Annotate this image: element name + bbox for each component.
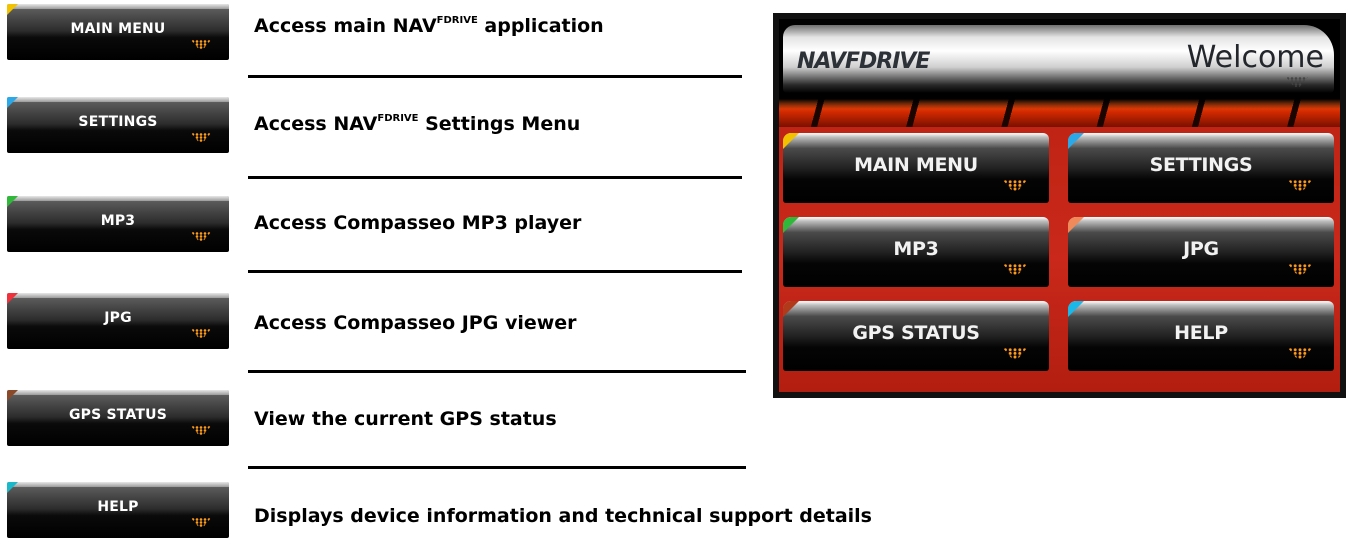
screen-main-menu-button[interactable]: MAIN MENU [783, 133, 1049, 203]
divider [248, 466, 746, 469]
button-highlight [7, 97, 229, 102]
accent-corner-icon [783, 217, 799, 233]
accent-corner-icon [7, 293, 18, 304]
navfdrive-logo: NAVFDRIVE [797, 49, 930, 74]
description-text: application [477, 15, 604, 37]
screen-mp3-button[interactable]: MP3 [783, 217, 1049, 287]
accent-corner-icon [7, 482, 18, 493]
description-text: Access main NAV [254, 15, 437, 37]
screen-display: NAVFDRIVE Welcome MAIN MENU SETTINGS MP3 [779, 19, 1340, 392]
accent-corner-icon [7, 97, 18, 108]
button-label: GPS STATUS [68, 407, 167, 423]
dots-icon [191, 518, 211, 527]
accent-corner-icon [1068, 217, 1084, 233]
button-label: GPS STATUS [852, 322, 980, 344]
button-highlight [7, 196, 229, 201]
dots-icon [191, 426, 211, 435]
superscript: FDRIVE [436, 15, 478, 26]
button-highlight [7, 390, 229, 395]
stripe-shadow [779, 99, 1340, 109]
help-description: Displays device information and technica… [254, 505, 872, 527]
divider [248, 370, 746, 373]
button-highlight [7, 4, 229, 9]
button-label: JPG [1183, 238, 1219, 260]
screen-settings-button[interactable]: SETTINGS [1068, 133, 1334, 203]
main-menu-button[interactable]: MAIN MENU [7, 4, 229, 60]
jpg-description: Access Compasseo JPG viewer [254, 312, 577, 334]
accent-corner-icon [1068, 133, 1084, 149]
mp3-description: Access Compasseo MP3 player [254, 212, 581, 234]
dots-icon [191, 329, 211, 338]
button-label: MP3 [100, 213, 136, 229]
superscript: FDRIVE [377, 113, 419, 124]
gps-status-description: View the current GPS status [254, 408, 557, 430]
accent-corner-icon [7, 390, 18, 401]
dots-icon [1003, 348, 1027, 359]
button-label: SETTINGS [78, 114, 158, 130]
description-text: View the current GPS status [254, 408, 557, 430]
dots-icon [1003, 264, 1027, 275]
dots-icon [1288, 264, 1312, 275]
button-label: MAIN MENU [70, 21, 166, 37]
screen-help-button[interactable]: HELP [1068, 301, 1334, 371]
description-text: Settings Menu [418, 113, 581, 135]
welcome-title: Welcome [1186, 40, 1324, 75]
accent-corner-icon [783, 133, 799, 149]
accent-corner-icon [7, 4, 18, 15]
accent-corner-icon [1068, 301, 1084, 317]
description-text: Access NAV [254, 113, 378, 135]
dots-icon [1003, 180, 1027, 191]
divider [248, 75, 742, 78]
accent-corner-icon [783, 301, 799, 317]
divider [248, 176, 742, 179]
description-text: Access Compasseo MP3 player [254, 212, 582, 234]
screen-jpg-button[interactable]: JPG [1068, 217, 1334, 287]
description-text: Displays device information and technica… [254, 505, 872, 527]
button-label: SETTINGS [1149, 154, 1253, 176]
description-text: Access Compasseo JPG viewer [254, 312, 577, 334]
button-highlight [7, 482, 229, 487]
gps-status-button[interactable]: GPS STATUS [7, 390, 229, 446]
main-menu-description: Access main NAVFDRIVE application [254, 15, 604, 37]
button-label: MAIN MENU [854, 154, 978, 176]
menu-grid: MAIN MENU SETTINGS MP3 JPG GPS STATUS HE… [779, 127, 1340, 392]
settings-button[interactable]: SETTINGS [7, 97, 229, 153]
dots-icon [1286, 77, 1308, 87]
accent-corner-icon [7, 196, 18, 207]
screen-gps-status-button[interactable]: GPS STATUS [783, 301, 1049, 371]
dots-icon [1288, 348, 1312, 359]
settings-description: Access NAVFDRIVE Settings Menu [254, 113, 580, 135]
jpg-button[interactable]: JPG [7, 293, 229, 349]
button-label: MP3 [893, 238, 939, 260]
mp3-button[interactable]: MP3 [7, 196, 229, 252]
button-highlight [7, 293, 229, 298]
dots-icon [191, 232, 211, 241]
dots-icon [191, 40, 211, 49]
device-screen: NAVFDRIVE Welcome MAIN MENU SETTINGS MP3 [773, 13, 1346, 398]
button-label: HELP [97, 499, 139, 515]
help-button[interactable]: HELP [7, 482, 229, 538]
button-label: JPG [104, 310, 132, 326]
dots-icon [1288, 180, 1312, 191]
button-label: HELP [1174, 322, 1228, 344]
divider [248, 270, 742, 273]
screen-header: NAVFDRIVE Welcome [783, 25, 1334, 93]
dots-icon [191, 133, 211, 142]
